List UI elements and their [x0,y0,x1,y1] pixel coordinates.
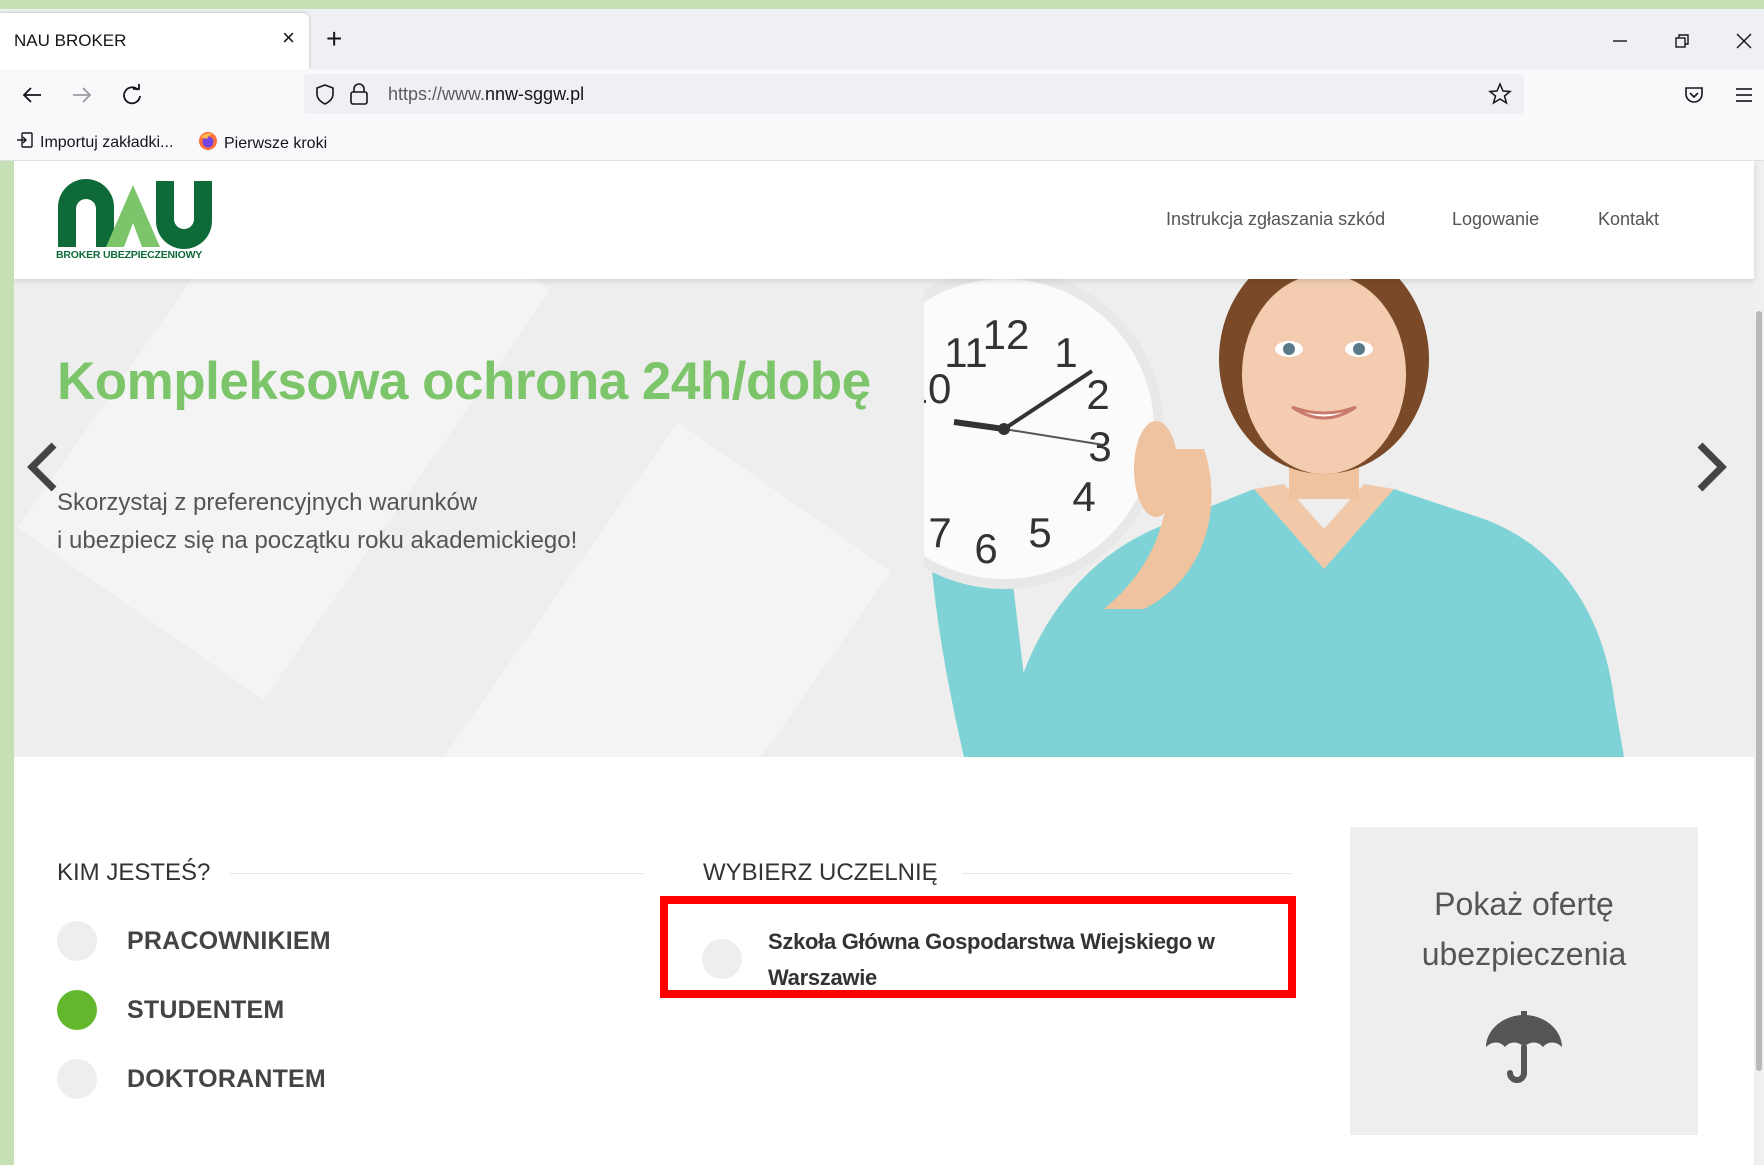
hero-subtitle-line: Skorzystaj z preferencyjnych warunków [57,489,478,516]
hero-title: Kompleksowa ochrona 24h/dobę [57,352,871,411]
forward-icon[interactable] [68,81,96,109]
university-option-highlight[interactable]: Szkoła Główna Gospodarstwa Wiejskiego w … [660,896,1296,998]
clock-numeral: 12 [983,311,1030,358]
offer-text: Pokaż ofertę ubezpieczenia [1350,879,1698,979]
tab-close-icon[interactable]: × [282,27,295,49]
firefox-icon [198,131,218,156]
umbrella-icon [1484,1011,1564,1085]
bookmark-label: Pierwsze kroki [224,134,328,152]
option-label: PRACOWNIKIEM [127,926,331,955]
clock-numeral: 3 [1088,423,1111,470]
lock-icon[interactable] [348,82,370,111]
option-label: STUDENTEM [127,995,285,1024]
browser-chrome: NAU BROKER × + https://www.nnw-sggw.pl I… [0,9,1764,161]
page-scrollbar[interactable] [1754,161,1764,1165]
radio-university[interactable] [702,939,742,979]
back-icon[interactable] [18,81,46,109]
restore-icon[interactable] [1662,27,1702,55]
radio-doctoral[interactable] [57,1059,97,1099]
hero-photo: 12 1 2 3 4 5 6 7 8 9 10 11 [924,279,1624,757]
who-heading: KIM JESTEŚ? [57,859,211,886]
hero-subtitle-line: i ubezpiecz się na początku roku akademi… [57,527,578,554]
slider-next-button[interactable] [1690,439,1730,506]
minimize-icon[interactable] [1600,27,1640,55]
radio-student[interactable] [57,990,97,1030]
show-offer-button[interactable]: Pokaż ofertę ubezpieczenia [1350,827,1698,1135]
bookmarks-toolbar: Importuj zakładki... Pierwsze kroki [0,119,1764,161]
nau-logo[interactable]: BROKER UBEZPIECZENIOWY [56,177,216,261]
option-student[interactable]: STUDENTEM [57,990,284,1030]
offer-text-line: Pokaż ofertę [1434,886,1614,922]
nav-link-claims[interactable]: Instrukcja zgłaszania szkód [1166,209,1385,230]
browser-tab[interactable]: NAU BROKER × [0,13,309,69]
reload-icon[interactable] [118,81,146,109]
scrollbar-thumb[interactable] [1756,311,1762,1071]
hero-subtitle: Skorzystaj z preferencyjnych warunków i … [57,484,577,560]
clock-numeral: 5 [1028,509,1051,556]
clock-numeral: 1 [1054,329,1077,376]
offer-text-line: ubezpieczenia [1421,936,1627,972]
nav-link-login[interactable]: Logowanie [1452,209,1539,230]
shield-icon[interactable] [314,83,336,110]
bookmark-label: Importuj zakładki... [40,133,174,151]
url-text: https://www.nnw-sggw.pl [388,84,585,104]
university-label: Szkoła Główna Gospodarstwa Wiejskiego w … [768,924,1248,996]
import-icon [16,131,34,154]
pocket-icon[interactable] [1680,81,1708,109]
university-heading: WYBIERZ UCZELNIĘ [703,859,938,886]
hero-background-shape [437,422,891,757]
navigation-toolbar: https://www.nnw-sggw.pl [0,69,1764,119]
clock-numeral: 4 [1072,473,1095,520]
option-employee[interactable]: PRACOWNIKIEM [57,921,331,961]
university-label-line: Warszawie [768,965,877,990]
url-bar[interactable]: https://www.nnw-sggw.pl [304,74,1524,114]
university-label-line: Szkoła Główna Gospodarstwa Wiejskiego w [768,929,1215,954]
clock-numeral: 6 [974,525,997,572]
hero-slider: 12 1 2 3 4 5 6 7 8 9 10 11 Kompleksowa o… [14,279,1754,757]
bookmark-star-icon[interactable] [1488,82,1512,111]
tab-title: NAU BROKER [14,31,127,50]
bookmark-import[interactable]: Importuj zakładki... [16,131,173,154]
option-label: DOKTORANTEM [127,1064,326,1093]
radio-employee[interactable] [57,921,97,961]
web-page: BROKER UBEZPIECZENIOWY Instrukcja zgłasz… [14,161,1764,1165]
divider [230,873,644,874]
slider-prev-button[interactable] [24,439,64,506]
nav-link-contact[interactable]: Kontakt [1598,209,1659,230]
logo-subtitle: BROKER UBEZPIECZENIOWY [56,249,203,261]
close-window-icon[interactable] [1724,27,1764,55]
new-tab-button[interactable]: + [326,25,342,53]
divider [962,873,1292,874]
clock-numeral: 11 [944,329,988,376]
clock-numeral: 2 [1086,371,1109,418]
bookmark-first-steps[interactable]: Pierwsze kroki [198,131,327,156]
clock-numeral: 7 [928,509,951,556]
site-header: BROKER UBEZPIECZENIOWY Instrukcja zgłasz… [14,161,1754,279]
menu-icon[interactable] [1730,81,1758,109]
option-doctoral[interactable]: DOKTORANTEM [57,1059,326,1099]
